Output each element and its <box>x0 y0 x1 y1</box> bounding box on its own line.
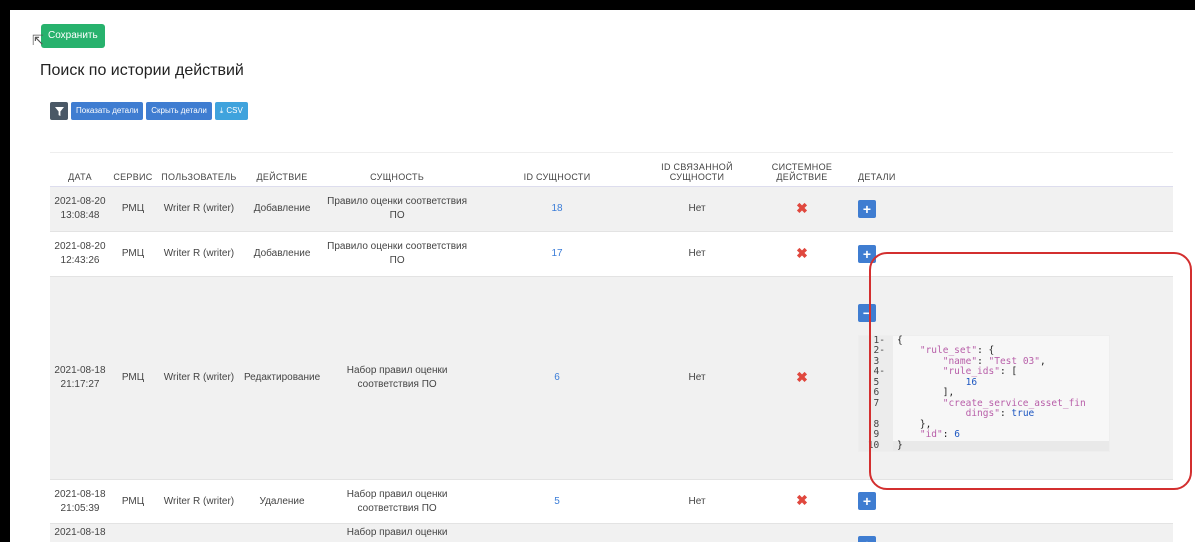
entity-id-link[interactable]: 17 <box>552 248 563 259</box>
page: Сохранить ⇱ Поиск по истории действий По… <box>10 10 1195 542</box>
cross-icon: ✖ <box>796 368 808 385</box>
toolbar: Показать детали Скрыть детали ⤓ CSV <box>50 102 248 120</box>
cell-entity: Набор правил оценки соответствия ПО <box>322 479 473 524</box>
cell-system: ✖ <box>752 479 852 524</box>
table-row: 2021-08-18 21:17:27 РМЦ Writer R (writer)… <box>50 276 1173 480</box>
cell-details: + <box>851 479 1173 524</box>
entity-id-link[interactable]: 6 <box>554 372 560 383</box>
header-related-id[interactable]: ID СВЯЗАННОЙ СУЩНОСТИ <box>642 152 752 187</box>
cell-user: Writer R (writer) <box>155 479 242 524</box>
cell-details: + <box>851 231 1173 277</box>
expand-details-button[interactable]: + <box>857 536 876 542</box>
hide-details-button[interactable]: Скрыть детали <box>146 102 212 120</box>
filter-icon <box>54 106 64 116</box>
cell-entity-id[interactable]: 5 <box>472 479 643 524</box>
expand-details-button[interactable]: + <box>857 244 876 263</box>
show-details-button[interactable]: Показать детали <box>71 102 144 120</box>
line-number: 10 <box>858 440 893 452</box>
cell-related: Нет <box>642 186 752 232</box>
cell-action: Добавление <box>241 186 323 232</box>
table-row: 2021-08-20 13:08:48 РМЦ Writer R (writer)… <box>50 186 1173 232</box>
cell-entity: Набор правил оценки <box>322 523 473 542</box>
header-system-action[interactable]: СИСТЕМНОЕ ДЕЙСТВИЕ <box>752 152 852 187</box>
cell-user: Writer R (writer) <box>155 231 242 277</box>
cell-entity-id[interactable]: 6 <box>472 276 643 480</box>
header-entity-id[interactable]: ID СУЩНОСТИ <box>472 152 643 187</box>
cell-system: ✖ <box>752 186 852 232</box>
csv-button[interactable]: ⤓ CSV <box>214 102 248 120</box>
header-action[interactable]: ДЕЙСТВИЕ <box>241 152 323 187</box>
code-text: } <box>896 439 903 451</box>
header-date[interactable]: ДАТА <box>50 152 110 187</box>
header-user[interactable]: ПОЛЬЗОВАТЕЛЬ <box>155 152 242 187</box>
entity-id-link[interactable]: 5 <box>554 496 560 507</box>
code-line: 10 } <box>858 439 1109 452</box>
json-details-viewer[interactable]: 1-{2- "rule_set": {3 "name": "Test 03", 4… <box>857 334 1110 453</box>
save-button[interactable]: Сохранить <box>41 24 105 48</box>
cell-action: Добавление <box>241 231 323 277</box>
expand-details-button[interactable]: + <box>857 199 876 218</box>
header-details[interactable]: ДЕТАЛИ <box>851 152 1173 187</box>
cell-entity: Набор правил оценки соответствия ПО <box>322 276 473 480</box>
cross-icon: ✖ <box>796 492 808 508</box>
cell-entity-id[interactable]: 17 <box>472 231 643 277</box>
line-number: 7 <box>858 398 893 410</box>
cell-entity: Правило оценки соответствия ПО <box>322 231 473 277</box>
cell-action: Редактирование <box>241 276 323 480</box>
collapse-details-button[interactable]: − <box>857 303 876 322</box>
table-row: 2021-08-20 12:43:26 РМЦ Writer R (writer)… <box>50 231 1173 277</box>
cell-date: 2021-08-18 21:17:27 <box>50 276 110 480</box>
cell-details-expanded: − 1-{2- "rule_set": {3 "name": "Test 03"… <box>851 276 1173 480</box>
cell-related: Нет <box>642 276 752 480</box>
mouse-cursor-icon: ⇱ <box>32 32 44 48</box>
code-text: "id": 6 <box>919 429 960 441</box>
cell-service: РМЦ <box>109 276 156 480</box>
table-row: 2021-08-18 Набор правил оценки + <box>50 523 1173 542</box>
cell-date: 2021-08-20 12:43:26 <box>50 231 110 277</box>
cell-details: + <box>851 186 1173 232</box>
table-header-row: ДАТА СЕРВИС ПОЛЬЗОВАТЕЛЬ ДЕЙСТВИЕ СУЩНОС… <box>50 152 1173 187</box>
cell-system: ✖ <box>752 231 852 277</box>
cell-related: Нет <box>642 479 752 524</box>
cell-system: ✖ <box>752 276 852 480</box>
filter-button[interactable] <box>50 102 68 120</box>
cell-related: Нет <box>642 231 752 277</box>
expand-details-button[interactable]: + <box>857 492 876 510</box>
page-title: Поиск по истории действий <box>40 62 244 79</box>
cell-user: Writer R (writer) <box>155 186 242 232</box>
cell-details: + <box>851 523 1173 542</box>
header-service[interactable]: СЕРВИС <box>109 152 156 187</box>
cell-action: Удаление <box>241 479 323 524</box>
cell-entity: Правило оценки соответствия ПО <box>322 186 473 232</box>
cell-service: РМЦ <box>109 186 156 232</box>
cell-user: Writer R (writer) <box>155 276 242 480</box>
cell-service: РМЦ <box>109 231 156 277</box>
cell-date: 2021-08-18 <box>50 523 110 542</box>
csv-label: CSV <box>226 106 243 115</box>
download-icon: ⤓ <box>219 106 224 115</box>
table-row: 2021-08-18 21:05:39 РМЦ Writer R (writer)… <box>50 479 1173 524</box>
cell-service: РМЦ <box>109 479 156 524</box>
cell-entity-id[interactable]: 18 <box>472 186 643 232</box>
cross-icon: ✖ <box>796 244 808 261</box>
cell-date: 2021-08-20 13:08:48 <box>50 186 110 232</box>
entity-id-link[interactable]: 18 <box>552 203 563 214</box>
cell-date: 2021-08-18 21:05:39 <box>50 479 110 524</box>
history-table: ДАТА СЕРВИС ПОЛЬЗОВАТЕЛЬ ДЕЙСТВИЕ СУЩНОС… <box>50 152 1173 542</box>
cross-icon: ✖ <box>796 199 808 216</box>
header-entity[interactable]: СУЩНОСТЬ <box>322 152 473 187</box>
